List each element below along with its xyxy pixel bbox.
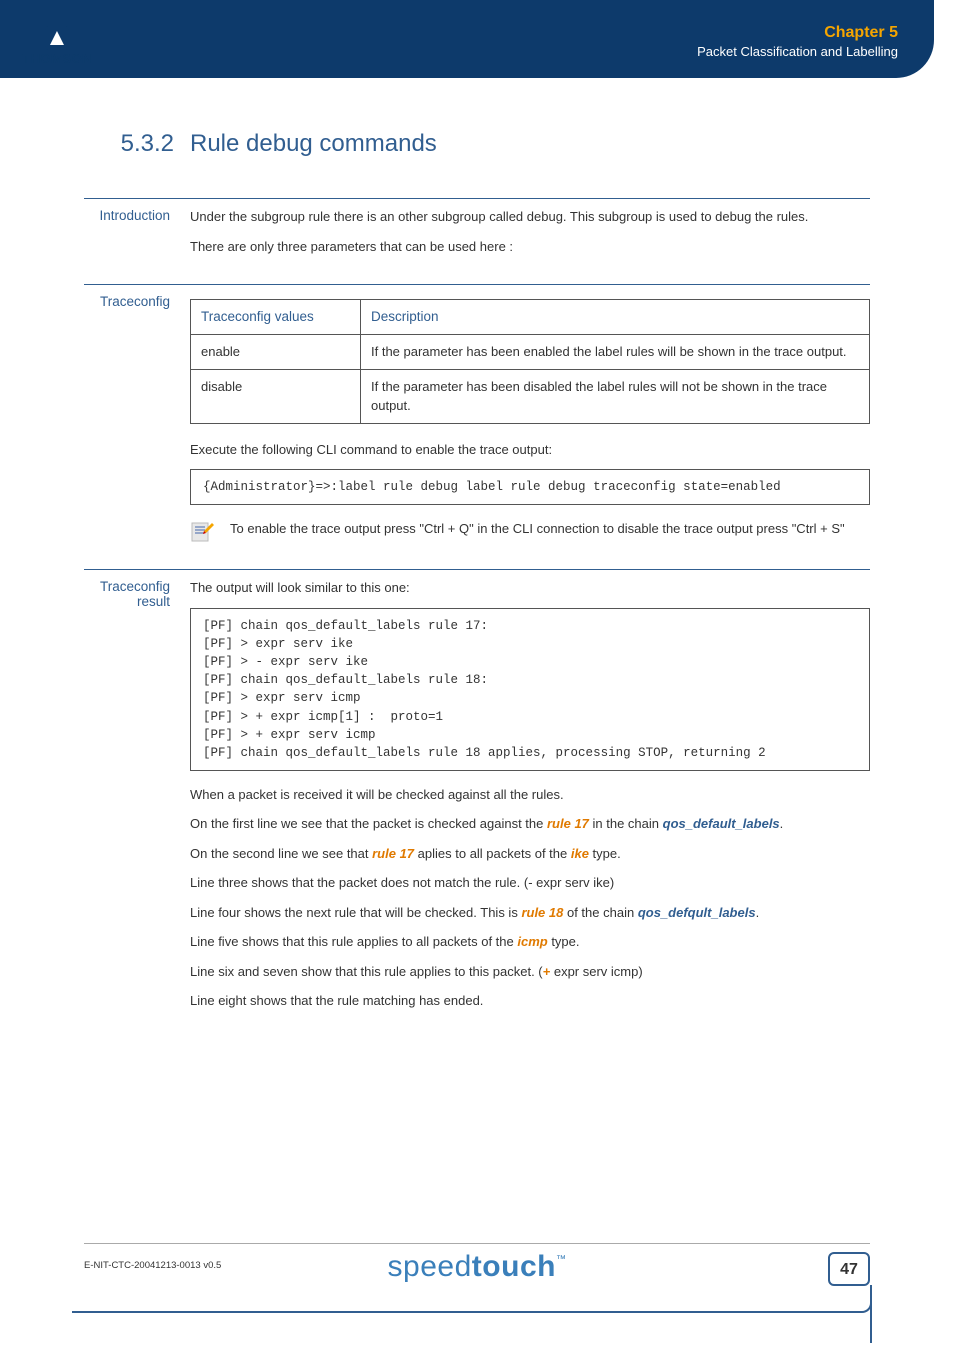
thomson-logo: THOMSON — [22, 26, 92, 66]
cell-value: disable — [191, 369, 361, 423]
em-chain: qos_default_labels — [663, 816, 780, 831]
traceconfig-result-block: Traceconfig result The output will look … — [84, 569, 870, 1021]
trademark-icon: ™ — [556, 1254, 567, 1265]
traceconfig-result-content: The output will look similar to this one… — [190, 578, 870, 1021]
em-icmp: icmp — [517, 934, 547, 949]
brand-thin: speed — [388, 1250, 472, 1283]
introduction-content: Under the subgroup rule there is an othe… — [190, 207, 870, 266]
table-header-values: Traceconfig values — [191, 300, 361, 335]
result-p2: When a packet is received it will be che… — [190, 785, 870, 805]
result-p8: Line six and seven show that this rule a… — [190, 962, 870, 982]
introduction-label: Introduction — [84, 207, 190, 266]
intro-p2: There are only three parameters that can… — [190, 237, 870, 257]
traceconfig-code: {Administrator}=>:label rule debug label… — [190, 469, 870, 505]
result-p4: On the second line we see that rule 17 a… — [190, 844, 870, 864]
section-number: 5.3.2 — [84, 130, 190, 158]
traceconfig-block: Traceconfig Traceconfig values Descripti… — [84, 284, 870, 551]
thomson-logo-text: THOMSON — [22, 51, 92, 66]
brand-bold: touch — [472, 1250, 556, 1283]
traceconfig-p1: Execute the following CLI command to ena… — [190, 440, 870, 460]
result-code: [PF] chain qos_default_labels rule 17: [… — [190, 608, 870, 771]
section-heading: 5.3.2 Rule debug commands — [84, 130, 870, 158]
section-title: Rule debug commands — [190, 130, 437, 158]
table-row: disable If the parameter has been disabl… — [191, 369, 870, 423]
chapter-label: Chapter 5 — [697, 24, 898, 42]
footer: E-NIT-CTC-20041213-0013 v0.5 speedtouch™… — [84, 1243, 870, 1291]
cell-value: enable — [191, 335, 361, 370]
result-p5: Line three shows that the packet does no… — [190, 873, 870, 893]
page-number: 47 — [828, 1252, 870, 1286]
result-p9: Line eight shows that the rule matching … — [190, 991, 870, 1011]
traceconfig-result-label: Traceconfig result — [84, 578, 190, 1021]
cell-desc: If the parameter has been disabled the l… — [361, 369, 870, 423]
thomson-logo-icon — [45, 26, 69, 50]
header-right: Chapter 5 Packet Classification and Labe… — [697, 24, 898, 59]
em-chain2: qos_defqult_labels — [638, 905, 756, 920]
introduction-block: Introduction Under the subgroup rule the… — [84, 198, 870, 266]
note-icon — [190, 519, 216, 543]
footer-brand: speedtouch™ — [388, 1250, 567, 1284]
traceconfig-label: Traceconfig — [84, 293, 190, 551]
em-rule18: rule 18 — [521, 905, 563, 920]
result-p3: On the first line we see that the packet… — [190, 814, 870, 834]
note-row: To enable the trace output press "Ctrl +… — [190, 519, 870, 543]
note-text: To enable the trace output press "Ctrl +… — [230, 519, 870, 539]
traceconfig-table: Traceconfig values Description enable If… — [190, 299, 870, 424]
decorative-curve — [72, 1303, 872, 1313]
em-rule17-2: rule 17 — [372, 846, 414, 861]
intro-p1: Under the subgroup rule there is an othe… — [190, 207, 870, 227]
table-row: enable If the parameter has been enabled… — [191, 335, 870, 370]
em-rule17: rule 17 — [547, 816, 589, 831]
header-bar: Chapter 5 Packet Classification and Labe… — [0, 0, 934, 78]
traceconfig-content: Traceconfig values Description enable If… — [190, 293, 870, 551]
table-header-description: Description — [361, 300, 870, 335]
result-p6: Line four shows the next rule that will … — [190, 903, 870, 923]
result-p7: Line five shows that this rule applies t… — [190, 932, 870, 952]
result-p1: The output will look similar to this one… — [190, 578, 870, 598]
chapter-subtitle: Packet Classification and Labelling — [697, 44, 898, 59]
decorative-line — [870, 1285, 872, 1343]
em-ike: ike — [571, 846, 589, 861]
doc-id: E-NIT-CTC-20041213-0013 v0.5 — [84, 1260, 221, 1271]
cell-desc: If the parameter has been enabled the la… — [361, 335, 870, 370]
